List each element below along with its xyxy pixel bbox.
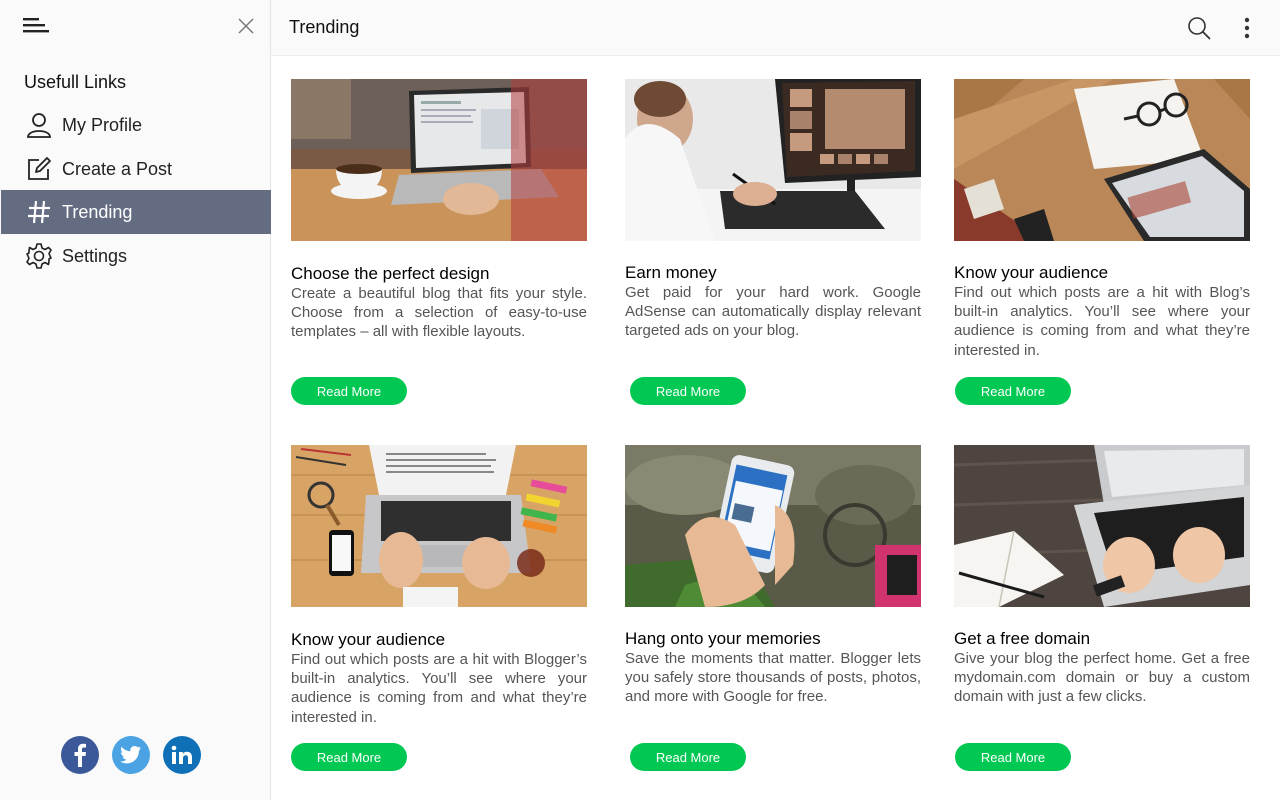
search-icon[interactable] — [1187, 16, 1211, 40]
menu-icon[interactable] — [22, 15, 50, 37]
read-more-button[interactable]: Read More — [630, 377, 746, 405]
post-title: Know your audience — [291, 630, 446, 649]
post-title: Hang onto your memories — [625, 629, 821, 648]
sidebar-item-label: Create a Post — [62, 158, 173, 179]
post-image-phone-in-hand — [625, 445, 921, 607]
gear-icon — [26, 242, 52, 269]
post-card: Choose the perfect design Create a beaut… — [291, 79, 587, 409]
read-more-button[interactable]: Read More — [955, 743, 1071, 771]
post-title: Know your audience — [954, 263, 1109, 282]
top-bar: Trending — [271, 0, 1280, 56]
close-icon[interactable] — [236, 16, 256, 36]
post-image-laptop-workspace — [291, 445, 587, 607]
sidebar-item-create-post[interactable]: Create a Post — [1, 147, 271, 191]
facebook-glyph — [74, 743, 86, 767]
read-more-button[interactable]: Read More — [955, 377, 1071, 405]
linkedin-icon[interactable] — [163, 736, 201, 774]
hash-icon — [28, 200, 50, 224]
read-more-button[interactable]: Read More — [291, 743, 407, 771]
twitter-glyph — [120, 746, 141, 764]
post-title: Get a free domain — [954, 629, 1091, 648]
post-excerpt: Give your blog the perfect home. Get a f… — [954, 650, 1250, 706]
page-title: Trending — [289, 17, 360, 37]
sidebar-top — [0, 0, 270, 56]
post-image-laptop-coffee — [291, 79, 587, 241]
post-title: Earn money — [625, 263, 717, 282]
read-more-button[interactable]: Read More — [630, 743, 746, 771]
linkedin-glyph — [171, 745, 192, 764]
post-card: Get a free domain Give your blog the per… — [954, 445, 1250, 785]
post-card: Know your audience Find out which posts … — [954, 79, 1250, 409]
sidebar-item-label: Trending — [62, 202, 133, 222]
sidebar: Usefull Links My Profile Create a Post T… — [0, 0, 271, 800]
post-image-laptop-notebook — [954, 445, 1250, 607]
twitter-icon[interactable] — [112, 736, 150, 774]
post-excerpt: Create a beautiful blog that fits your s… — [291, 285, 587, 341]
read-more-button[interactable]: Read More — [291, 377, 407, 405]
post-excerpt: Save the moments that matter. Blogger le… — [625, 650, 921, 706]
app-window: Usefull Links My Profile Create a Post T… — [0, 0, 1280, 800]
post-excerpt: Find out which posts are a hit with Blog… — [954, 284, 1250, 359]
sidebar-item-trending[interactable]: Trending — [1, 190, 271, 234]
social-links — [61, 736, 201, 774]
edit-icon — [28, 156, 51, 180]
post-image-monitor-tablet — [625, 79, 921, 241]
sidebar-item-my-profile[interactable]: My Profile — [1, 103, 271, 147]
post-excerpt: Find out which posts are a hit with Blog… — [291, 651, 587, 726]
sidebar-heading: Usefull Links — [24, 72, 127, 92]
post-card: Know your audience Find out which posts … — [291, 445, 587, 785]
sidebar-item-label: Settings — [62, 245, 128, 266]
user-icon — [27, 113, 51, 138]
post-excerpt: Get paid for your hard work. Google AdSe… — [625, 284, 921, 340]
sidebar-item-settings[interactable]: Settings — [1, 234, 271, 278]
post-image-desk-glasses — [954, 79, 1250, 241]
post-card: Earn money Get paid for your hard work. … — [625, 79, 921, 409]
more-vertical-icon[interactable] — [1237, 16, 1257, 40]
sidebar-item-label: My Profile — [62, 115, 143, 135]
post-card: Hang onto your memories Save the moments… — [625, 445, 921, 785]
post-title: Choose the perfect design — [291, 264, 490, 283]
facebook-icon[interactable] — [61, 736, 99, 774]
sidebar-nav: My Profile Create a Post Trending Settin… — [1, 103, 271, 277]
